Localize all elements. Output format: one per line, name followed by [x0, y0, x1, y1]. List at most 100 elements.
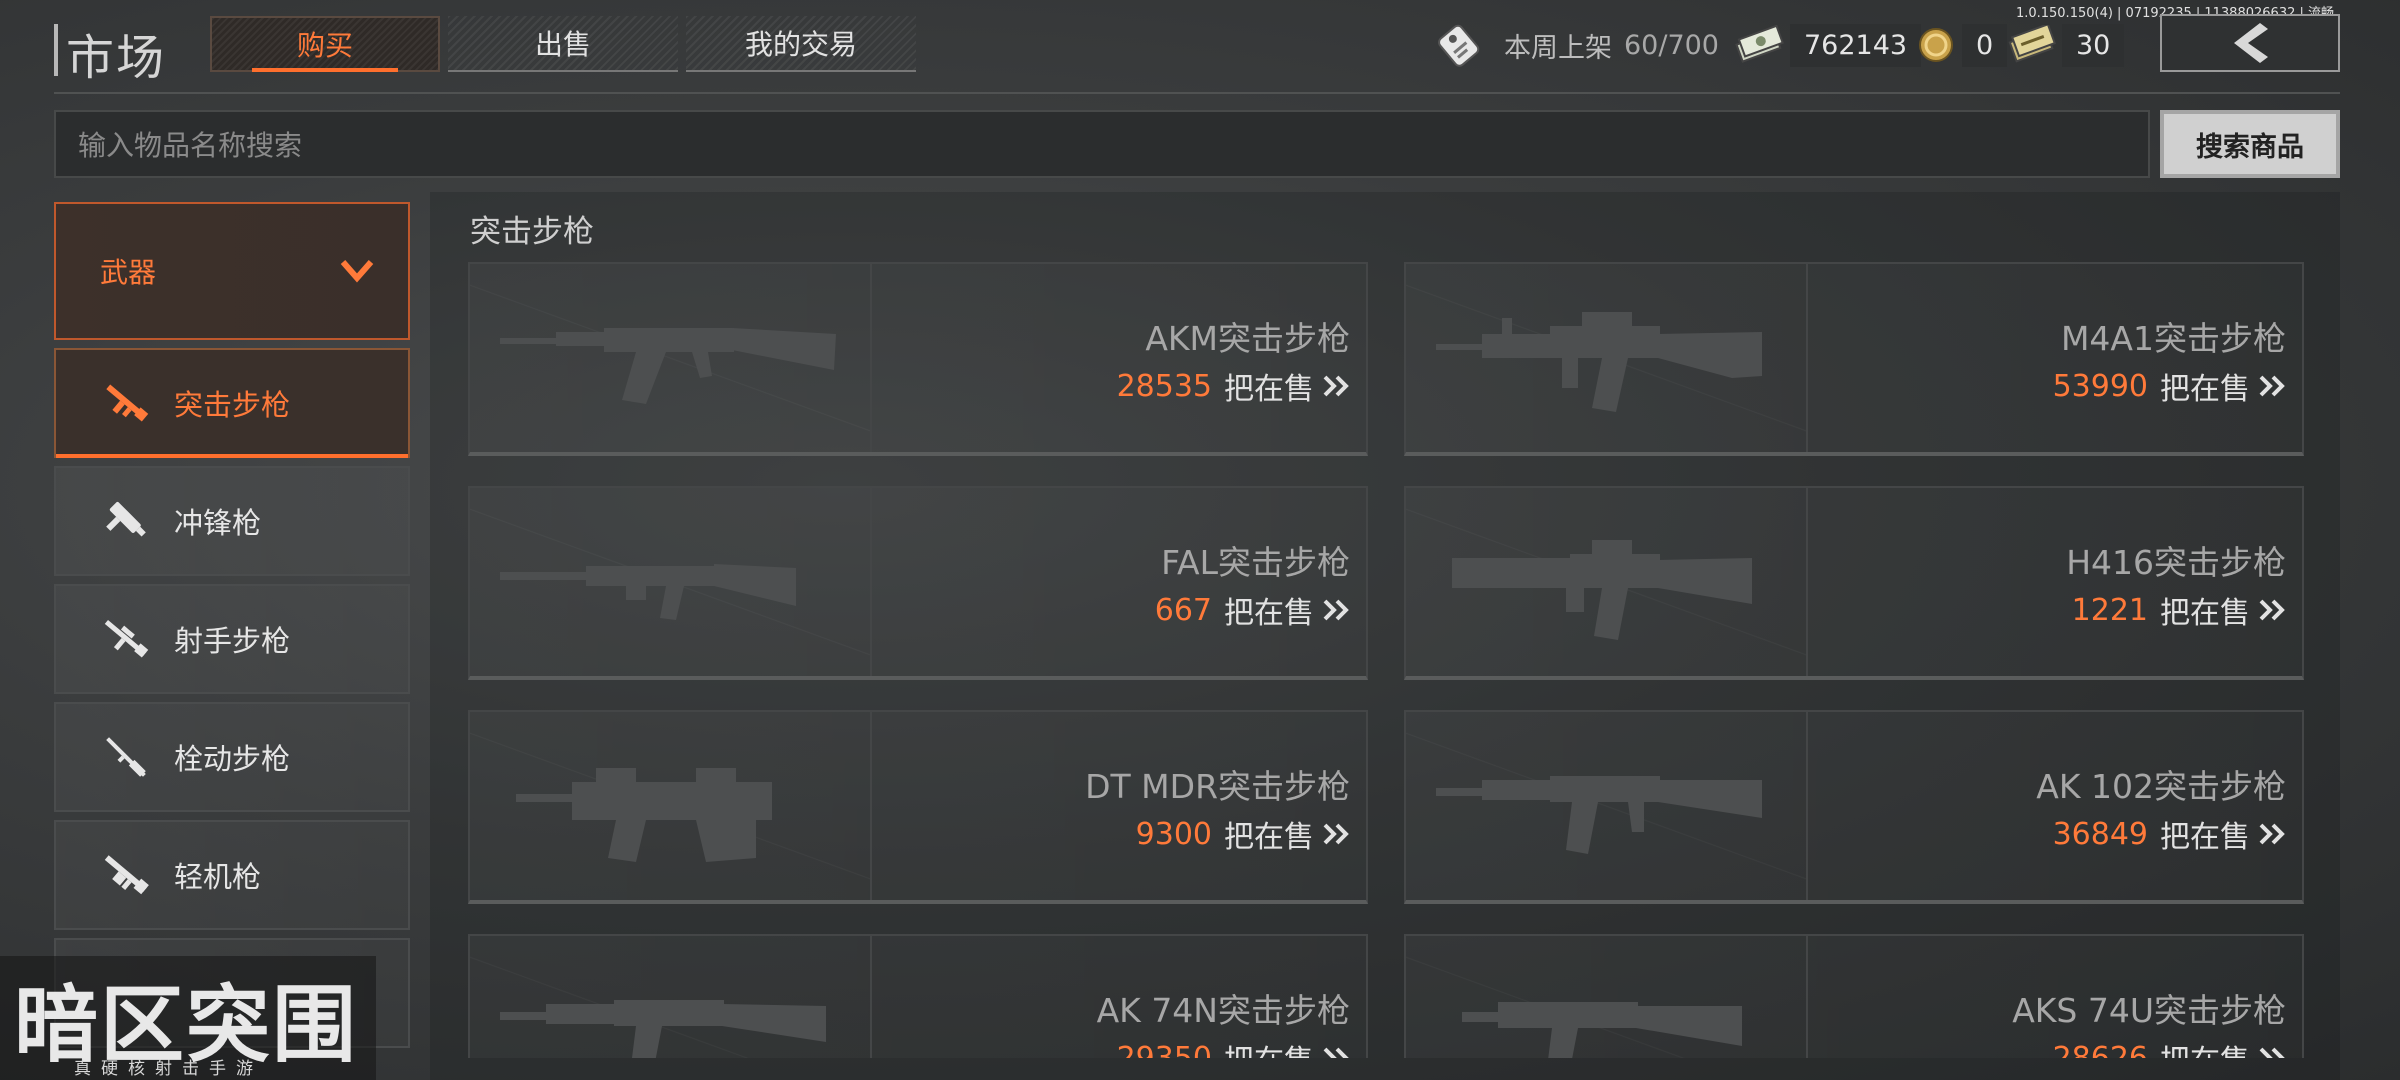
item-card-aks74u[interactable]: AKS 74U突击步枪 28626 把在售	[1404, 934, 2304, 1058]
back-button[interactable]	[2160, 14, 2340, 72]
item-count: 28626	[2052, 1040, 2148, 1059]
marksman-rifle-icon	[94, 607, 158, 671]
tab-my-trades-label: 我的交易	[744, 28, 857, 61]
smg-icon	[94, 489, 158, 553]
sidebar-item-label: 冲锋枪	[174, 506, 262, 540]
item-image-area	[470, 488, 872, 676]
sidebar-item-lmg[interactable]: 轻机枪	[54, 820, 410, 930]
weekly-listing-value: 60/700	[1624, 29, 1719, 61]
item-stock-suffix: 把在售	[1224, 1036, 1314, 1058]
item-name: AK 102突击步枪	[2036, 767, 2286, 806]
coin-icon	[1919, 28, 1953, 62]
double-chevron-right-icon	[1323, 599, 1349, 621]
item-stock-suffix: 把在售	[1224, 820, 1314, 855]
search-button[interactable]: 搜索商品	[2160, 110, 2340, 178]
chevron-left-icon	[2234, 23, 2268, 63]
lmg-icon	[94, 843, 158, 907]
fal-rifle-image	[500, 564, 796, 620]
tab-my-trades[interactable]: 我的交易	[686, 16, 916, 72]
item-stock: 1221 把在售	[2072, 588, 2288, 632]
tab-sell-label: 出售	[534, 28, 591, 61]
weekly-listing: 本周上架 60/700	[1434, 22, 1719, 68]
double-chevron-right-icon	[1323, 823, 1349, 845]
item-stock-suffix: 把在售	[2160, 372, 2250, 407]
header-divider	[54, 92, 2340, 94]
item-name: H416突击步枪	[2066, 543, 2286, 582]
tab-sell[interactable]: 出售	[448, 16, 678, 72]
double-chevron-right-icon	[1323, 1047, 1349, 1058]
item-stock-suffix: 把在售	[2160, 596, 2250, 631]
item-count: 9300	[1135, 816, 1212, 852]
item-stock-suffix: 把在售	[1224, 596, 1314, 631]
item-stock: 28535 把在售	[1117, 364, 1352, 408]
double-chevron-right-icon	[2259, 375, 2285, 397]
item-name: AK 74N突击步枪	[1096, 991, 1350, 1030]
search-placeholder: 输入物品名称搜索	[78, 129, 303, 162]
category-dropdown[interactable]: 武器	[54, 202, 410, 340]
sidebar-item-smg[interactable]: 冲锋枪	[54, 466, 410, 576]
currency-ticket: 30	[2008, 22, 2125, 68]
sidebar-item-label: 射手步枪	[174, 624, 291, 658]
game-logo: 暗区突围 真硬核射击手游	[0, 956, 376, 1080]
double-chevron-right-icon	[2259, 1047, 2285, 1058]
double-chevron-right-icon	[2259, 599, 2285, 621]
item-name: M4A1突击步枪	[2060, 319, 2286, 358]
item-card-dt-mdr[interactable]: DT MDR突击步枪 9300 把在售	[468, 710, 1368, 904]
double-chevron-right-icon	[1323, 375, 1349, 397]
item-stock: 9300 把在售	[1136, 812, 1352, 856]
sidebar-item-marksman-rifle[interactable]: 射手步枪	[54, 584, 410, 694]
item-stock: 53990 把在售	[2053, 364, 2288, 408]
ak74n-rifle-image	[500, 1000, 826, 1058]
item-card-akm[interactable]: AKM突击步枪 28535 把在售	[468, 262, 1368, 456]
currency-ticket-value: 30	[2062, 23, 2125, 67]
item-stock-suffix: 把在售	[2160, 820, 2250, 855]
item-stock: 29350 把在售	[1117, 1036, 1352, 1058]
currency-cash: 762143	[1734, 22, 1922, 68]
h416-rifle-image	[1452, 540, 1752, 640]
item-name: DT MDR突击步枪	[1085, 767, 1350, 806]
item-name: AKM突击步枪	[1145, 319, 1350, 358]
aks74u-rifle-image	[1462, 1002, 1742, 1058]
section-title: 突击步枪	[470, 214, 594, 250]
search-input[interactable]: 输入物品名称搜索	[54, 110, 2150, 178]
search-button-label: 搜索商品	[2196, 131, 2304, 163]
bolt-action-rifle-icon	[94, 725, 158, 789]
item-card-m4a1[interactable]: M4A1突击步枪 53990 把在售	[1404, 262, 2304, 456]
sidebar-item-label: 轻机枪	[174, 860, 262, 894]
tab-buy[interactable]: 购买	[210, 16, 440, 72]
item-image-area	[1406, 264, 1808, 452]
page-title: 市场	[66, 30, 167, 86]
item-image-area	[1406, 712, 1808, 900]
item-stock: 28626 把在售	[2053, 1036, 2288, 1058]
item-card-fal[interactable]: FAL突击步枪 667 把在售	[468, 486, 1368, 680]
item-count: 29350	[1116, 1040, 1212, 1059]
tag-icon	[1438, 24, 1480, 67]
akm-rifle-image	[500, 328, 836, 404]
item-card-ak102[interactable]: AK 102突击步枪 36849 把在售	[1404, 710, 2304, 904]
ak102-rifle-image	[1436, 776, 1762, 854]
title-accent-bar	[54, 24, 58, 76]
item-image-area	[470, 264, 872, 452]
currency-coin: 0	[1916, 22, 2008, 68]
item-count: 36849	[2052, 816, 2148, 852]
item-image-area	[470, 936, 872, 1058]
sidebar-item-bolt-action-rifle[interactable]: 栓动步枪	[54, 702, 410, 812]
chevron-down-icon	[340, 260, 374, 283]
cash-icon	[1735, 25, 1784, 63]
item-card-h416[interactable]: H416突击步枪 1221 把在售	[1404, 486, 2304, 680]
item-count: 53990	[2052, 368, 2148, 404]
item-count: 28535	[1116, 368, 1212, 404]
logo-subtitle: 真硬核射击手游	[74, 1059, 263, 1079]
sidebar-item-assault-rifle[interactable]: 突击步枪	[54, 348, 410, 458]
item-count: 1221	[2071, 592, 2148, 628]
card-row-clip: AK 74N突击步枪 29350 把在售 AKS 74U突击步枪 28626 把…	[430, 930, 2340, 1058]
weekly-listing-label: 本周上架	[1504, 32, 1612, 64]
item-stock-suffix: 把在售	[1224, 372, 1314, 407]
double-chevron-right-icon	[2259, 823, 2285, 845]
item-card-ak74n[interactable]: AK 74N突击步枪 29350 把在售	[468, 934, 1368, 1058]
item-image-area	[470, 712, 872, 900]
voucher-icon	[2008, 25, 2056, 63]
item-stock: 667 把在售	[1155, 588, 1352, 632]
item-stock-suffix: 把在售	[2160, 1036, 2250, 1058]
tab-buy-label: 购买	[296, 29, 353, 62]
